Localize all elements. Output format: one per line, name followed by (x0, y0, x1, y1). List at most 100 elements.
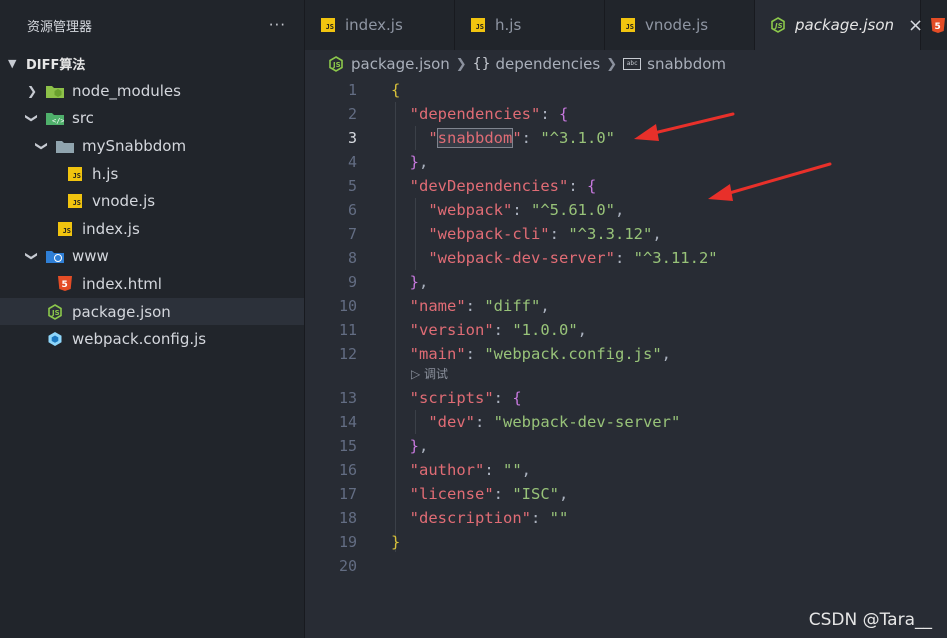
line-number: 3 (347, 129, 357, 147)
tree-item-webpack-config[interactable]: webpack.config.js (0, 325, 304, 353)
tree-item-h-js[interactable]: JS h.js (0, 160, 304, 188)
tab-index-js[interactable]: JS index.js (305, 0, 455, 50)
nodejs-file-icon: JS (327, 56, 345, 72)
tab-label: index.js (345, 16, 403, 34)
svg-text:JS: JS (773, 22, 783, 30)
js-file-icon: JS (469, 17, 487, 33)
highlighted-key: snabbdom (436, 128, 514, 148)
breadcrumb-file[interactable]: JS package.json (327, 55, 450, 73)
js-file-icon: JS (66, 166, 84, 182)
code-text: }, (409, 153, 429, 171)
tab-overflow[interactable]: 5 (921, 0, 947, 50)
html5-file-icon: 5 (929, 17, 947, 33)
tree-item-index-js[interactable]: JS index.js (0, 215, 304, 243)
code-text: }, (409, 437, 429, 455)
breadcrumb-object[interactable]: {} dependencies (473, 55, 601, 73)
code-line: 14 "dev": "webpack-dev-server" (305, 410, 947, 434)
breadcrumb-key-label: snabbdom (647, 55, 727, 73)
object-icon: {} (472, 56, 491, 72)
code-text: "version": "1.0.0", (409, 321, 588, 339)
svg-text:JS: JS (51, 309, 60, 317)
code-line: 10 "name": "diff", (305, 294, 947, 318)
code-line: 1{ (305, 78, 947, 102)
tree-item-vnode-js[interactable]: JS vnode.js (0, 187, 304, 215)
line-number: 9 (347, 273, 357, 291)
line-number: 1 (347, 81, 357, 99)
line-number: 17 (338, 485, 357, 503)
code-text: "dev": "webpack-dev-server" (428, 413, 681, 431)
tab-h-js[interactable]: JS h.js (455, 0, 605, 50)
project-folder-label: DIFF算法 (26, 58, 86, 73)
tree-item-index-html[interactable]: 5 index.html (0, 270, 304, 298)
tree-item-label: package.json (72, 302, 171, 321)
line-number: 7 (347, 225, 357, 243)
line-number: 20 (338, 557, 357, 575)
tree-item-label: index.html (82, 274, 162, 293)
chevron-right-icon: ❯ (455, 56, 467, 72)
string-icon: abc (623, 58, 642, 70)
code-editor[interactable]: 1{ 2 "dependencies": { 3 "snabbdom": "^3… (305, 78, 947, 638)
code-line: 4 }, (305, 150, 947, 174)
code-text: "webpack": "^5.61.0", (428, 201, 625, 219)
tab-label: package.json (795, 16, 895, 34)
code-line: 18 "description": "" (305, 506, 947, 530)
svg-text:JS: JS (332, 61, 341, 69)
code-line: 7 "webpack-cli": "^3.3.12", (305, 222, 947, 246)
code-text: "license": "ISC", (409, 485, 569, 503)
js-file-icon: JS (56, 221, 74, 237)
line-number: 4 (347, 153, 357, 171)
code-line: 12 "main": "webpack.config.js", (305, 342, 947, 366)
breadcrumb-object-label: dependencies (495, 55, 601, 73)
line-number: 18 (338, 509, 357, 527)
tree-item-mysnabbdom[interactable]: ❯ mySnabbdom (0, 132, 304, 160)
line-number: 2 (347, 105, 357, 123)
project-folder-row[interactable]: ▼ DIFF算法 (0, 50, 304, 77)
code-line: 8 "webpack-dev-server": "^3.11.2" (305, 246, 947, 270)
debug-codelens[interactable]: ▷ 调试 (411, 365, 448, 382)
chevron-down-icon: ▼ (8, 57, 17, 70)
folder-icon (56, 138, 74, 154)
tree-item-label: vnode.js (92, 192, 156, 211)
code-line: 15 }, (305, 434, 947, 458)
line-number: 16 (338, 461, 357, 479)
line-number: 12 (338, 345, 357, 363)
code-line: 20 (305, 554, 947, 578)
svg-text:5: 5 (62, 280, 68, 290)
code-text: } (391, 533, 401, 551)
tree-item-node-modules[interactable]: ❯ node_modules (0, 77, 304, 105)
tab-package-json[interactable]: JS package.json × (755, 0, 923, 50)
www-folder-icon (46, 248, 64, 264)
line-number: 10 (338, 297, 357, 315)
tree-item-package-json[interactable]: JS package.json (0, 297, 304, 326)
editor-tab-bar: JS index.js JS h.js JS vnode.js JS packa… (305, 0, 947, 50)
tree-item-label: webpack.config.js (72, 330, 207, 349)
tree-item-label: node_modules (72, 81, 181, 100)
nodejs-file-icon: JS (769, 17, 787, 33)
line-number: 8 (347, 249, 357, 267)
code-text: "devDependencies": { (409, 177, 597, 195)
explorer-title: 资源管理器 (27, 19, 93, 35)
breadcrumb-file-label: package.json (351, 55, 450, 73)
tree-item-www[interactable]: ❯ www (0, 243, 304, 271)
explorer-sidebar: 资源管理器 ··· ▼ DIFF算法 ❯ node_modules ❯ </> … (0, 0, 305, 638)
code-text: "name": "diff", (409, 297, 550, 315)
breadcrumb: JS package.json ❯ {} dependencies ❯ abc … (305, 50, 947, 78)
chevron-down-icon: ❯ (25, 113, 39, 124)
code-text: "dependencies": { (409, 105, 569, 123)
code-line: 9 }, (305, 270, 947, 294)
tab-vnode-js[interactable]: JS vnode.js (605, 0, 755, 50)
js-file-icon: JS (619, 17, 637, 33)
js-file-icon: JS (66, 193, 84, 209)
tree-item-src[interactable]: ❯ </> src (0, 105, 304, 133)
node-folder-icon (46, 83, 64, 99)
html5-file-icon: 5 (56, 276, 74, 292)
code-text: "webpack-dev-server": "^3.11.2" (428, 249, 718, 267)
breadcrumb-key[interactable]: abc snabbdom (623, 55, 726, 73)
more-actions-button[interactable]: ··· (269, 16, 286, 34)
chevron-down-icon: ❯ (35, 140, 49, 152)
src-folder-icon: </> (46, 110, 64, 126)
code-text: "scripts": { (409, 389, 522, 407)
code-line: 13 "scripts": { (305, 386, 947, 410)
line-number: 19 (338, 533, 357, 551)
code-line: 11 "version": "1.0.0", (305, 318, 947, 342)
